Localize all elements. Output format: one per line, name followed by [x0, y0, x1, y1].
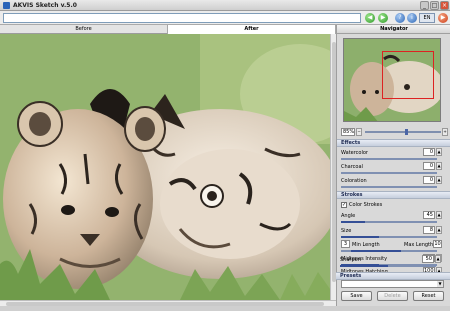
chevron-down-icon[interactable]: ▼: [437, 281, 443, 287]
sharpen-spin[interactable]: ▲: [435, 255, 441, 263]
run-icon[interactable]: ▶: [438, 13, 448, 23]
angle-value[interactable]: 45: [423, 211, 435, 219]
sharpen-value[interactable]: 50: [422, 255, 434, 263]
size-slider[interactable]: [341, 236, 437, 238]
watercolor-value[interactable]: 0: [423, 148, 435, 156]
zoom-in-icon[interactable]: +: [442, 128, 448, 136]
window-title: AKVIS Sketch v.5.0: [13, 2, 77, 9]
view-tabs: Before After: [0, 25, 336, 34]
forward-icon[interactable]: ▶: [378, 13, 388, 23]
info-icon[interactable]: i: [407, 13, 417, 23]
language-button[interactable]: EN: [419, 13, 435, 23]
charcoal-label: Charcoal: [341, 164, 363, 170]
tab-before[interactable]: Before: [0, 25, 168, 34]
zoom-out-icon[interactable]: −: [356, 128, 362, 136]
tab-after[interactable]: After: [168, 25, 336, 34]
max-length-value[interactable]: 10: [433, 240, 442, 248]
color-strokes-label: Color Strokes: [349, 202, 383, 208]
zoom-slider[interactable]: [365, 129, 441, 135]
coloration-slider[interactable]: [341, 186, 437, 188]
sharpen-slider[interactable]: [340, 265, 436, 267]
charcoal-spin[interactable]: ▲: [436, 162, 442, 170]
size-value[interactable]: 8: [423, 226, 435, 234]
navigator-viewport[interactable]: [382, 51, 434, 99]
presets-header[interactable]: Presets: [336, 272, 450, 280]
watercolor-spin[interactable]: ▲: [436, 148, 442, 156]
watercolor-label: Watercolor: [341, 150, 368, 156]
watercolor-slider[interactable]: [341, 158, 437, 160]
close-button[interactable]: ×: [440, 1, 449, 10]
coloration-label: Coloration: [341, 178, 367, 184]
minimize-button[interactable]: _: [420, 1, 429, 10]
app-icon: [3, 2, 10, 9]
delete-button[interactable]: Delete: [377, 291, 408, 301]
charcoal-value[interactable]: 0: [423, 162, 435, 170]
reset-button[interactable]: Reset: [413, 291, 444, 301]
max-length-label: Max Length: [404, 242, 434, 248]
angle-label: Angle: [341, 213, 356, 219]
size-spin[interactable]: ▲: [436, 226, 442, 234]
image-canvas[interactable]: [0, 34, 330, 300]
save-button[interactable]: Save: [341, 291, 372, 301]
back-icon[interactable]: ◀: [365, 13, 375, 23]
presets-select[interactable]: ▼: [341, 280, 444, 288]
navigator-title: Navigator: [337, 25, 450, 34]
size-label: Size: [341, 228, 352, 234]
sharpen-label: Sharpen: [340, 257, 361, 263]
path-input[interactable]: [3, 13, 361, 23]
zoom-slider-handle[interactable]: [405, 129, 409, 135]
status-bar: [0, 306, 450, 311]
coloration-value[interactable]: 0: [423, 176, 435, 184]
navigator-preview[interactable]: [343, 38, 441, 122]
angle-spin[interactable]: ▲: [436, 211, 442, 219]
charcoal-slider[interactable]: [341, 172, 437, 174]
min-length-value[interactable]: 3: [341, 240, 350, 248]
min-length-label: Min Length: [352, 242, 380, 248]
length-range-slider[interactable]: [341, 250, 437, 252]
zoom-control: 85% − +: [341, 128, 448, 136]
maximize-button[interactable]: □: [430, 1, 439, 10]
angle-slider[interactable]: [341, 221, 437, 223]
sketch-image: [0, 34, 330, 300]
zoom-value[interactable]: 85%: [341, 128, 355, 136]
toolbar: ◀ ▶ ? i EN ▶: [0, 11, 450, 25]
title-bar: AKVIS Sketch v.5.0 _ □ ×: [0, 0, 450, 11]
color-strokes-checkbox[interactable]: ✓: [341, 202, 347, 208]
coloration-spin[interactable]: ▲: [436, 176, 442, 184]
strokes-header[interactable]: Strokes: [337, 191, 450, 199]
effects-header[interactable]: Effects: [337, 139, 450, 147]
help-icon[interactable]: ?: [395, 13, 405, 23]
